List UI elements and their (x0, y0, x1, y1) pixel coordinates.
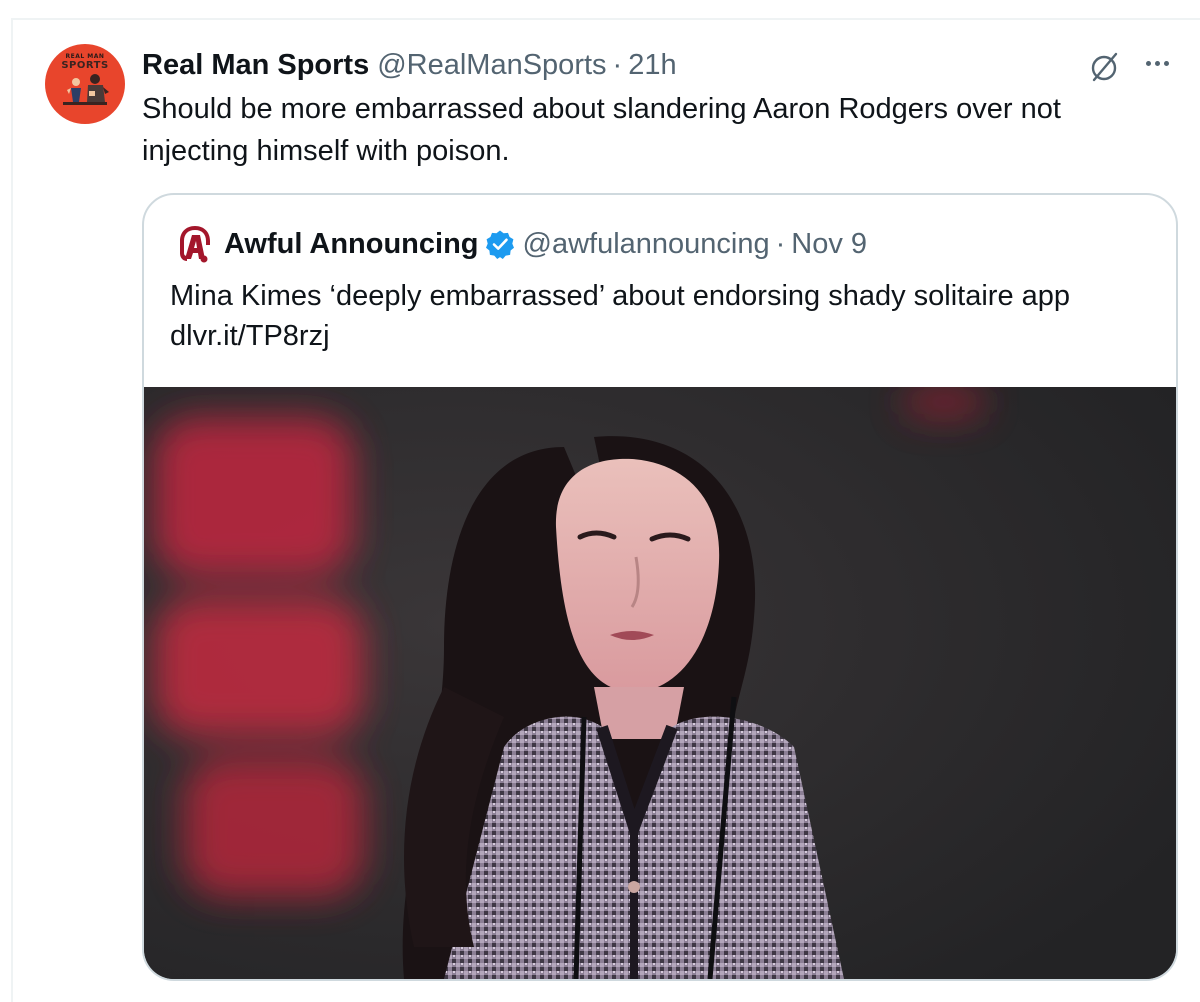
quoted-post-text: Mina Kimes ‘deeply embarrassed’ about en… (170, 280, 1071, 312)
quoted-post-date[interactable]: Nov 9 (791, 228, 867, 261)
avatar-illustration (63, 74, 109, 105)
post-text-line: injecting himself with poison. (142, 135, 510, 167)
more-dot (1145, 60, 1151, 66)
author-avatar[interactable]: REAL MAN SPORTS (45, 44, 125, 124)
quoted-post-header: Awful Announcing @awfulannouncing · Nov … (224, 223, 867, 265)
meta-separator: · (612, 48, 623, 81)
quoted-author-handle[interactable]: @awfulannouncing (523, 228, 770, 261)
quoted-post-card[interactable]: Awful Announcing @awfulannouncing · Nov … (142, 193, 1178, 981)
author-handle[interactable]: @RealManSports (377, 49, 606, 82)
tweet-page: REAL MAN SPORTS Real Man Sports @RealMan… (0, 0, 1200, 1002)
left-divider (11, 18, 13, 1002)
verified-badge-icon (485, 230, 514, 259)
article-image[interactable] (144, 387, 1176, 979)
grok-icon[interactable] (1088, 50, 1122, 84)
more-dot (1163, 60, 1169, 66)
awful-announcing-logo[interactable] (174, 223, 216, 265)
more-icon[interactable] (1140, 50, 1174, 76)
author-name[interactable]: Real Man Sports (142, 49, 369, 82)
post-text: Should be more embarrassed about slander… (142, 88, 1142, 172)
more-dot (1154, 60, 1160, 66)
quoted-meta-separator: · (775, 227, 786, 260)
post-timestamp[interactable]: 21h (628, 49, 676, 82)
post-text-line: Should be more embarrassed about slander… (142, 93, 1061, 125)
quoted-post-link[interactable]: dlvr.it/TP8rzj (170, 317, 330, 355)
quoted-author-name[interactable]: Awful Announcing (224, 228, 479, 261)
top-divider (11, 18, 1200, 20)
post-header: Real Man Sports @RealManSports · 21h (142, 46, 677, 84)
